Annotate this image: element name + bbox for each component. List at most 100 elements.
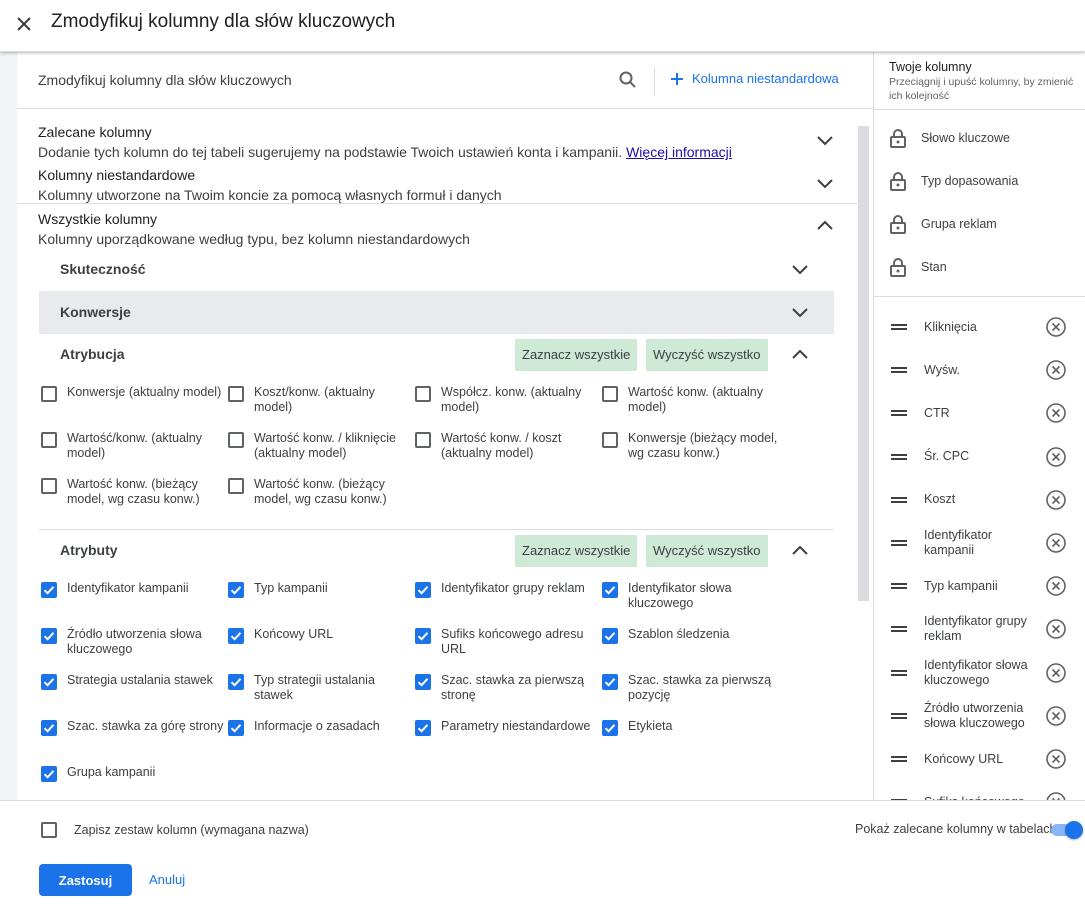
close-icon[interactable] — [12, 12, 36, 36]
checkbox-checked[interactable] — [41, 674, 57, 690]
column-checkbox[interactable]: Szablon śledzenia — [602, 627, 787, 644]
column-checkbox[interactable]: Szac. stawka za pierwszą stronę — [415, 673, 600, 703]
chevron-up-icon[interactable] — [790, 345, 810, 365]
column-checkbox[interactable]: Parametry niestandardowe — [415, 719, 600, 736]
column-checkbox[interactable]: Koszt/konw. (aktualny model) — [228, 385, 413, 415]
selected-column[interactable]: CTR — [891, 395, 1085, 431]
remove-column-icon[interactable] — [1045, 575, 1067, 597]
chevron-down-icon[interactable] — [815, 173, 835, 193]
remove-column-icon[interactable] — [1045, 446, 1067, 468]
more-info-link[interactable]: Więcej informacji — [626, 144, 732, 160]
clear-all-button[interactable]: Wyczyść wszystko — [646, 535, 768, 567]
selected-column[interactable]: Sufiks końcowego — [891, 784, 1085, 800]
selected-column[interactable]: Identyfikator słowa kluczowego — [891, 655, 1085, 691]
checkbox-checked[interactable] — [41, 720, 57, 736]
remove-column-icon[interactable] — [1045, 489, 1067, 511]
selected-column[interactable]: Źródło utworzenia słowa kluczowego — [891, 698, 1085, 734]
chevron-down-icon[interactable] — [790, 302, 810, 322]
checkbox-checked[interactable] — [228, 628, 244, 644]
column-checkbox[interactable]: Wartość konw. / koszt (aktualny model) — [415, 431, 600, 461]
save-column-set-checkbox[interactable]: Zapisz zestaw kolumn (wymagana nazwa) — [41, 822, 309, 838]
column-checkbox[interactable]: Typ kampanii — [228, 581, 413, 598]
drag-handle-icon[interactable] — [891, 580, 907, 592]
drag-handle-icon[interactable] — [891, 321, 907, 333]
remove-column-icon[interactable] — [1045, 748, 1067, 770]
checkbox-checked[interactable] — [602, 628, 618, 644]
column-checkbox[interactable]: Konwersje (aktualny model) — [41, 385, 226, 402]
column-checkbox[interactable]: Etykieta — [602, 719, 787, 736]
column-checkbox[interactable]: Identyfikator kampanii — [41, 581, 226, 598]
column-checkbox[interactable]: Współcz. konw. (aktualny model) — [415, 385, 600, 415]
checkbox-checked[interactable] — [602, 582, 618, 598]
column-checkbox[interactable]: Wartość konw. (bieżący model, wg czasu k… — [228, 477, 413, 507]
section-custom[interactable]: Kolumny niestandardowe Kolumny utworzone… — [38, 166, 838, 204]
drag-handle-icon[interactable] — [891, 623, 907, 635]
remove-column-icon[interactable] — [1045, 359, 1067, 381]
column-checkbox[interactable]: Strategia ustalania stawek — [41, 673, 226, 690]
column-checkbox[interactable]: Wartość/konw. (aktualny model) — [41, 431, 226, 461]
checkbox-checked[interactable] — [602, 674, 618, 690]
select-all-button[interactable]: Zaznacz wszystkie — [515, 339, 638, 371]
checkbox-checked[interactable] — [602, 720, 618, 736]
drag-handle-icon[interactable] — [891, 364, 907, 376]
column-checkbox[interactable]: Szac. stawka za pierwszą pozycję — [602, 673, 787, 703]
checkbox[interactable] — [228, 386, 244, 402]
category-conversions[interactable]: Konwersje — [39, 291, 834, 334]
column-checkbox[interactable]: Informacje o zasadach — [228, 719, 413, 736]
checkbox[interactable] — [41, 478, 57, 494]
drag-handle-icon[interactable] — [891, 667, 907, 679]
checkbox-checked[interactable] — [41, 582, 57, 598]
column-checkbox[interactable]: Grupa kampanii — [41, 765, 226, 782]
checkbox-checked[interactable] — [41, 628, 57, 644]
selected-column[interactable]: Wyśw. — [891, 352, 1085, 388]
checkbox-checked[interactable] — [415, 674, 431, 690]
column-checkbox[interactable]: Identyfikator słowa kluczowego — [602, 581, 787, 611]
chevron-up-icon[interactable] — [790, 541, 810, 561]
chevron-up-icon[interactable] — [815, 216, 835, 236]
remove-column-icon[interactable] — [1045, 316, 1067, 338]
chevron-down-icon[interactable] — [790, 259, 810, 279]
section-recommended[interactable]: Zalecane kolumny Dodanie tych kolumn do … — [38, 123, 838, 161]
selected-column[interactable]: Identyfikator grupy reklam — [891, 611, 1085, 647]
checkbox[interactable] — [41, 822, 57, 838]
column-checkbox[interactable]: Końcowy URL — [228, 627, 413, 644]
checkbox-checked[interactable] — [415, 720, 431, 736]
checkbox-checked[interactable] — [228, 720, 244, 736]
checkbox[interactable] — [228, 432, 244, 448]
checkbox[interactable] — [41, 432, 57, 448]
apply-button[interactable]: Zastosuj — [39, 864, 132, 896]
select-all-button[interactable]: Zaznacz wszystkie — [515, 535, 638, 567]
drag-handle-icon[interactable] — [891, 451, 907, 463]
selected-column[interactable]: Kliknięcia — [891, 309, 1085, 345]
selected-column[interactable]: Typ kampanii — [891, 568, 1085, 604]
column-checkbox[interactable]: Szac. stawka za górę strony — [41, 719, 226, 736]
remove-column-icon[interactable] — [1045, 791, 1067, 800]
show-recommended-toggle[interactable] — [1049, 819, 1083, 841]
drag-handle-icon[interactable] — [891, 710, 907, 722]
column-checkbox[interactable]: Identyfikator grupy reklam — [415, 581, 600, 598]
checkbox-checked[interactable] — [228, 674, 244, 690]
column-checkbox[interactable]: Wartość konw. / kliknięcie (aktualny mod… — [228, 431, 413, 461]
checkbox[interactable] — [602, 432, 618, 448]
selected-column[interactable]: Identyfikator kampanii — [891, 525, 1085, 561]
remove-column-icon[interactable] — [1045, 618, 1067, 640]
selected-column[interactable]: Śr. CPC — [891, 439, 1085, 475]
column-checkbox[interactable]: Wartość konw. (bieżący model, wg czasu k… — [41, 477, 226, 507]
section-all[interactable]: Wszystkie kolumny Kolumny uporządkowane … — [38, 210, 838, 248]
drag-handle-icon[interactable] — [891, 494, 907, 506]
remove-column-icon[interactable] — [1045, 532, 1067, 554]
checkbox[interactable] — [41, 386, 57, 402]
column-checkbox[interactable]: Źródło utworzenia słowa kluczowego — [41, 627, 226, 657]
column-checkbox[interactable]: Typ strategii ustalania stawek — [228, 673, 413, 703]
checkbox-checked[interactable] — [415, 628, 431, 644]
checkbox[interactable] — [228, 478, 244, 494]
drag-handle-icon[interactable] — [891, 537, 907, 549]
remove-column-icon[interactable] — [1045, 402, 1067, 424]
checkbox[interactable] — [415, 432, 431, 448]
checkbox-checked[interactable] — [41, 766, 57, 782]
checkbox-checked[interactable] — [228, 582, 244, 598]
drag-handle-icon[interactable] — [891, 753, 907, 765]
remove-column-icon[interactable] — [1045, 662, 1067, 684]
drag-handle-icon[interactable] — [891, 407, 907, 419]
column-checkbox[interactable]: Wartość konw. (aktualny model) — [602, 385, 787, 415]
